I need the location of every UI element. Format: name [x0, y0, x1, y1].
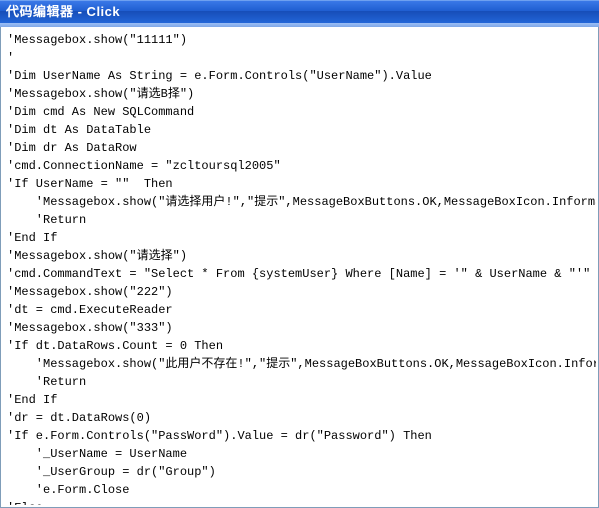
code-editor-panel: 'Messagebox.show("11111") ' 'Dim UserNam… [0, 27, 599, 508]
window-titlebar: 代码编辑器 - Click [0, 0, 599, 23]
code-textarea[interactable]: 'Messagebox.show("11111") ' 'Dim UserNam… [3, 29, 596, 505]
window-title: 代码编辑器 - Click [6, 4, 120, 19]
